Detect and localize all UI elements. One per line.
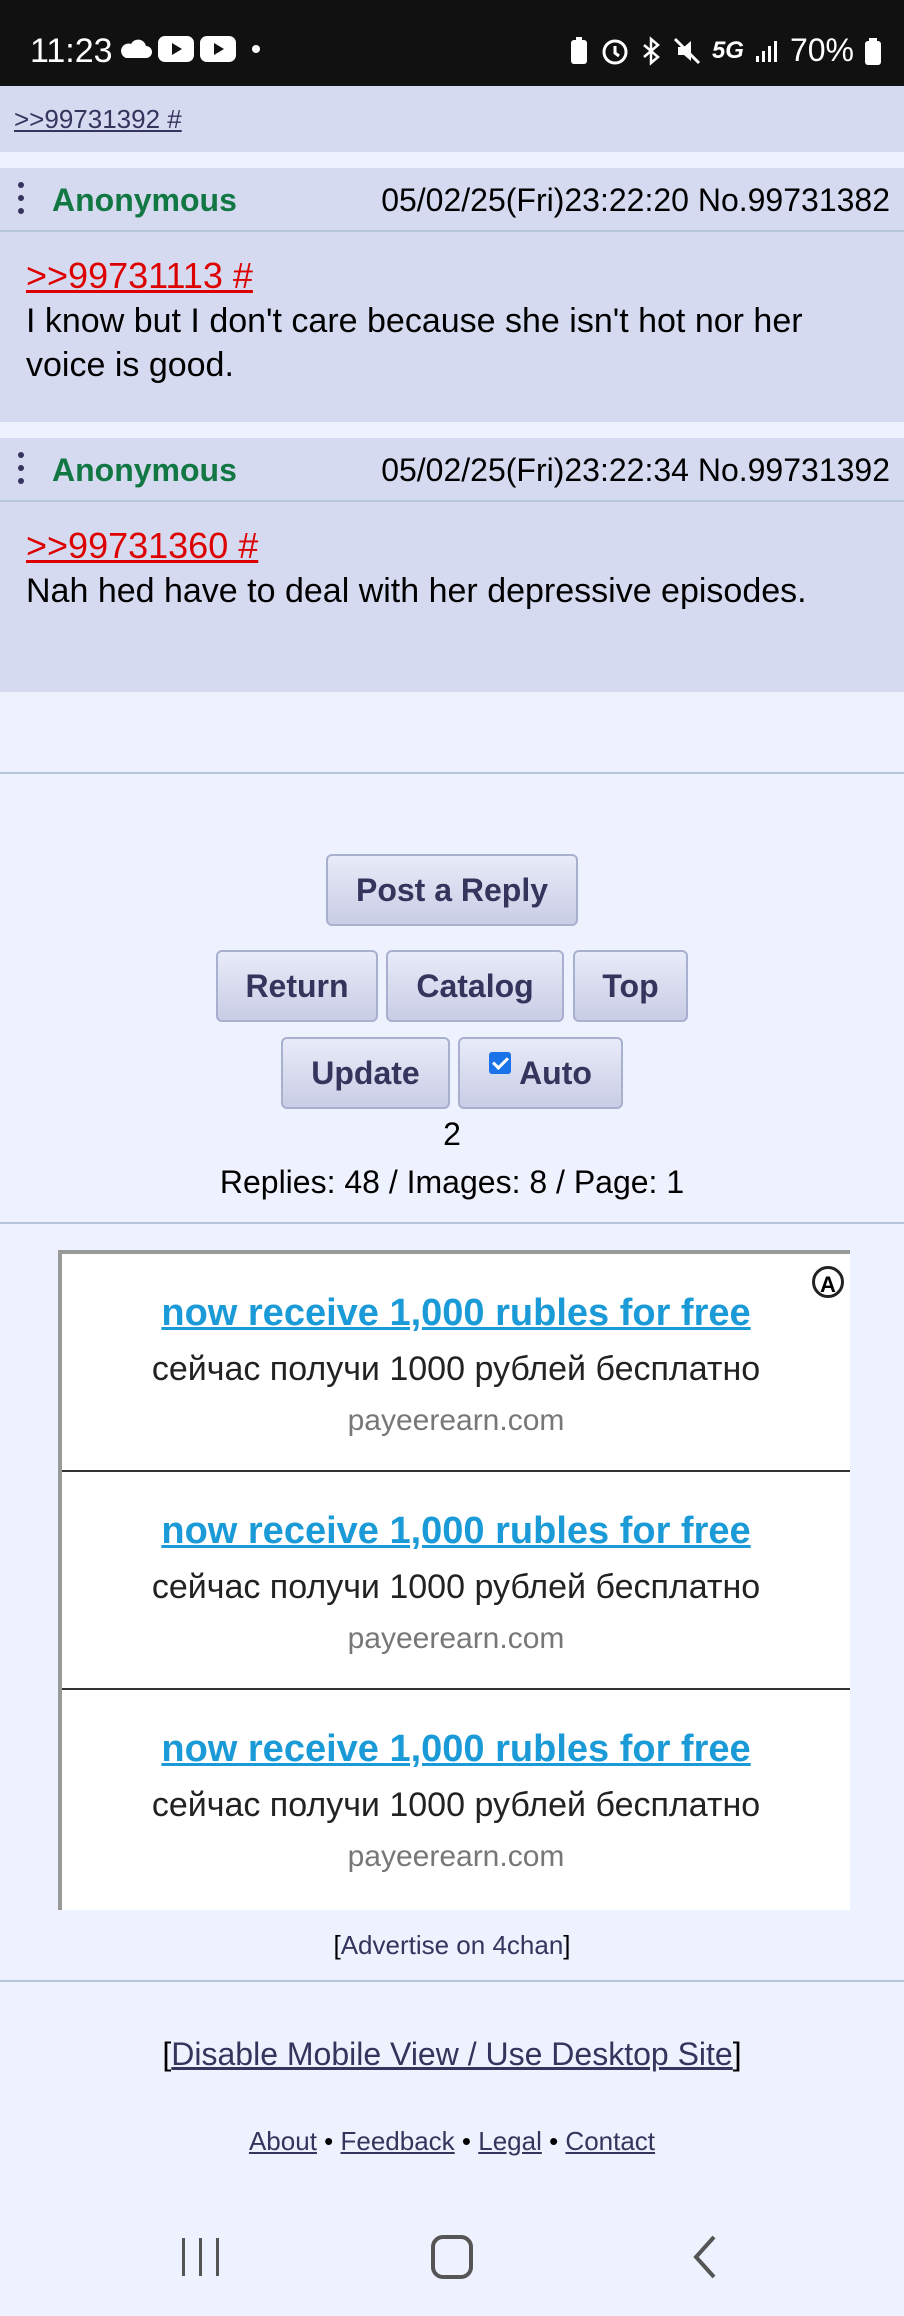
battery-icon xyxy=(865,37,881,65)
battery-percent: 70% xyxy=(789,32,854,68)
divider xyxy=(0,1222,904,1224)
auto-label: Auto xyxy=(519,1054,592,1091)
feedback-link[interactable]: Feedback xyxy=(340,2126,454,2156)
footer-links: About • Feedback • Legal • Contact xyxy=(248,2126,656,2156)
post-date-number: 05/02/25(Fri)23:22:34 No.99731392 xyxy=(381,452,890,489)
post-number[interactable]: No.99731382 xyxy=(698,182,890,218)
advertise-line: [Advertise on 4chan] xyxy=(333,1930,571,1960)
system-icons: 5G 70% xyxy=(568,32,882,69)
quote-link[interactable]: >>99731360 # xyxy=(26,525,258,566)
update-counter: 2 xyxy=(443,1116,461,1152)
post-reply-button[interactable]: Post a Reply xyxy=(326,854,578,926)
ad-description: сейчас получи 1000 рублей бесплатно xyxy=(151,1786,761,1824)
battery-saver-icon xyxy=(570,36,587,64)
ad-block: A now receive 1,000 rubles for free сейч… xyxy=(58,1250,850,1910)
recent-apps-icon[interactable] xyxy=(178,2236,224,2278)
signal-icon xyxy=(755,40,777,62)
alarm-icon xyxy=(602,39,628,64)
divider xyxy=(0,1980,904,1982)
ad-url: payeerearn.com xyxy=(347,1404,565,1437)
post-menu-icon[interactable] xyxy=(18,182,26,218)
ad-title[interactable]: now receive 1,000 rubles for free xyxy=(62,1728,850,1771)
previous-post-strip: >>99731392 # xyxy=(0,86,904,152)
post-number[interactable]: No.99731392 xyxy=(698,452,890,488)
post-backlink[interactable]: >>99731392 # xyxy=(14,104,182,135)
post-date-number: 05/02/25(Fri)23:22:20 No.99731382 xyxy=(381,182,890,219)
thread-stats: Replies: 48 / Images: 8 / Page: 1 xyxy=(219,1164,685,1200)
bluetooth-icon xyxy=(643,35,660,66)
post-date: 05/02/25(Fri)23:22:20 xyxy=(381,182,689,218)
quote-link[interactable]: >>99731113 # xyxy=(26,255,253,296)
status-bar: 11:23 5G 70% xyxy=(0,0,904,86)
ad-item[interactable]: now receive 1,000 rubles for free сейчас… xyxy=(62,1690,850,1906)
post-menu-icon[interactable] xyxy=(18,452,26,488)
poster-name: Anonymous xyxy=(52,182,237,218)
ad-description: сейчас получи 1000 рублей бесплатно xyxy=(151,1350,761,1388)
post-message: >>99731113 # I know but I don't care bec… xyxy=(26,254,886,387)
auto-update-toggle[interactable]: Auto xyxy=(458,1037,623,1109)
ad-title[interactable]: now receive 1,000 rubles for free xyxy=(62,1510,850,1553)
youtube-icon xyxy=(158,36,194,62)
divider xyxy=(0,772,904,774)
legal-link[interactable]: Legal xyxy=(478,2126,542,2156)
ad-description: сейчас получи 1000 рублей бесплатно xyxy=(151,1568,761,1606)
top-button[interactable]: Top xyxy=(573,950,688,1022)
android-nav-bar xyxy=(0,2200,904,2316)
post-header: Anonymous 05/02/25(Fri)23:22:20 No.99731… xyxy=(0,168,904,232)
network-type: 5G xyxy=(711,36,744,64)
ad-title[interactable]: now receive 1,000 rubles for free xyxy=(62,1292,850,1335)
update-button[interactable]: Update xyxy=(281,1037,450,1109)
auto-checkbox[interactable] xyxy=(489,1052,512,1074)
youtube-icon-2 xyxy=(200,36,236,62)
desktop-view-line: [Disable Mobile View / Use Desktop Site] xyxy=(162,2036,742,2072)
back-icon[interactable] xyxy=(690,2234,720,2280)
ad-url: payeerearn.com xyxy=(347,1840,565,1873)
poster-name: Anonymous xyxy=(52,452,237,488)
advertise-link[interactable]: Advertise on 4chan xyxy=(341,1930,564,1960)
home-icon[interactable] xyxy=(430,2234,474,2280)
ad-url: payeerearn.com xyxy=(347,1622,565,1655)
contact-link[interactable]: Contact xyxy=(565,2126,655,2156)
post-date: 05/02/25(Fri)23:22:34 xyxy=(381,452,689,488)
desktop-view-link[interactable]: Disable Mobile View / Use Desktop Site xyxy=(171,2036,732,2072)
mute-icon xyxy=(673,37,700,64)
catalog-button[interactable]: Catalog xyxy=(386,950,564,1022)
clock: 11:23 xyxy=(30,32,113,70)
more-dot-icon xyxy=(252,45,260,53)
return-button[interactable]: Return xyxy=(216,950,378,1022)
about-link[interactable]: About xyxy=(249,2126,317,2156)
ad-item[interactable]: now receive 1,000 rubles for free сейчас… xyxy=(62,1472,850,1688)
reply-post: Anonymous 05/02/25(Fri)23:22:20 No.99731… xyxy=(0,168,904,422)
cloud-icon xyxy=(121,39,152,58)
notification-icons xyxy=(118,36,266,62)
post-message: >>99731360 # Nah hed have to deal with h… xyxy=(26,524,886,613)
reply-post: Anonymous 05/02/25(Fri)23:22:34 No.99731… xyxy=(0,438,904,692)
post-header: Anonymous 05/02/25(Fri)23:22:34 No.99731… xyxy=(0,438,904,502)
post-text: Nah hed have to deal with her depressive… xyxy=(26,572,807,610)
ad-item[interactable]: now receive 1,000 rubles for free сейчас… xyxy=(62,1254,850,1470)
post-text: I know but I don't care because she isn'… xyxy=(26,302,803,384)
